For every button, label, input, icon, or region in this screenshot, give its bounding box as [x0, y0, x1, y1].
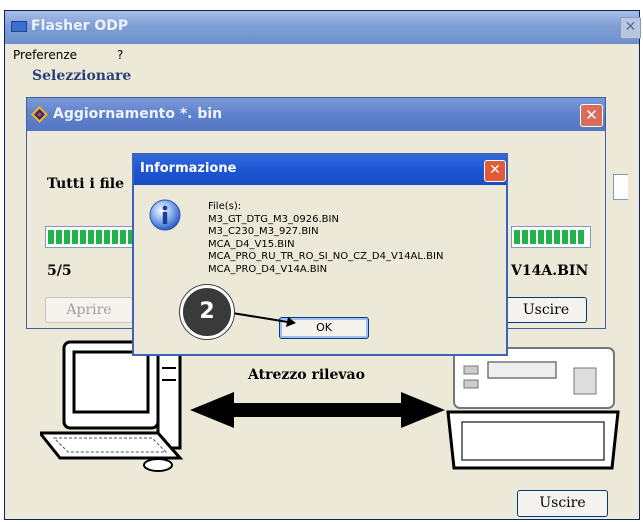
main-titlebar[interactable]: Flasher ODP ✕ — [5, 11, 641, 44]
path-field[interactable] — [613, 174, 628, 200]
info-close-button[interactable]: ✕ — [484, 160, 506, 182]
app-logo-icon — [31, 106, 48, 123]
info-dialog-title: Informazione — [140, 161, 237, 176]
update-exit-button[interactable]: Uscire — [505, 297, 587, 323]
step-callout-badge: 2 — [180, 285, 234, 339]
menu-bar: Preferenze ? — [5, 44, 639, 66]
main-window-title: Flasher ODP — [31, 18, 129, 34]
message-line: M3_C230_M3_927.BIN — [208, 226, 319, 237]
info-message: File(s): M3_GT_DTG_M3_0926.BIN M3_C230_M… — [208, 201, 443, 276]
message-line: MCA_PRO_RU_TR_RO_SI_NO_CZ_D4_V14AL.BIN — [208, 251, 444, 262]
callout-pointer — [226, 311, 296, 327]
section-label: Selezzionare — [32, 68, 132, 84]
message-line: MCA_PRO_D4_V14A.BIN — [208, 263, 328, 275]
all-files-label: Tutti i file — [47, 176, 125, 192]
message-line: MCA_D4_V15.BIN — [208, 238, 295, 250]
main-close-button[interactable]: ✕ — [620, 17, 641, 39]
current-file-label: V14A.BIN — [511, 263, 589, 279]
message-line: M3_GT_DTG_M3_0926.BIN — [208, 213, 339, 225]
file-progress-bar — [511, 226, 591, 248]
menu-help[interactable]: ? — [117, 48, 123, 62]
pc-illustration — [40, 340, 184, 472]
info-icon — [149, 199, 181, 231]
progress-fill-2 — [514, 230, 584, 244]
double-arrow-icon — [190, 392, 445, 428]
update-close-button[interactable]: ✕ — [580, 104, 603, 127]
connection-label: Atrezzo rilevao — [248, 367, 365, 383]
message-line: File(s): — [208, 201, 242, 212]
device-illustration — [446, 347, 620, 470]
close-icon: ✕ — [585, 106, 598, 124]
close-icon: ✕ — [489, 162, 501, 178]
main-exit-button[interactable]: Uscire — [517, 490, 608, 517]
update-window-title: Aggiornamento *. bin — [53, 106, 223, 122]
open-button[interactable]: Aprire — [45, 297, 133, 323]
close-icon: ✕ — [624, 19, 637, 35]
info-dialog-titlebar[interactable]: Informazione ✕ — [134, 155, 506, 185]
update-titlebar[interactable]: Aggiornamento *. bin ✕ — [27, 98, 605, 131]
menu-preferenze[interactable]: Preferenze — [13, 48, 77, 62]
file-count-label: 5/5 — [47, 263, 72, 279]
window-app-icon — [11, 21, 27, 32]
